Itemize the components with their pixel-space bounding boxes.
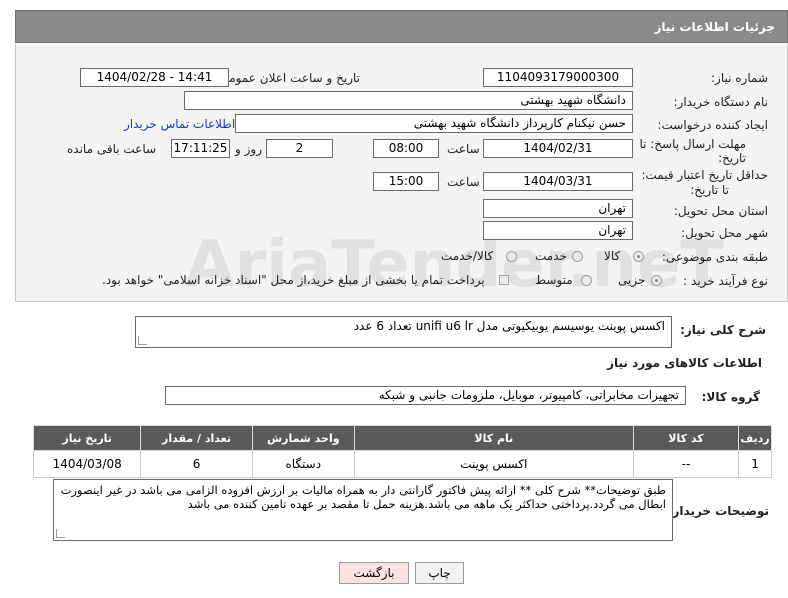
- requester-label: ایجاد کننده درخواست:: [657, 118, 768, 132]
- buyer-notes-textarea[interactable]: طبق توضیحات** شرح کلی ** ارائه پیش فاکتو…: [53, 479, 673, 541]
- buyer-contact-link[interactable]: اطلاعات تماس خریدار: [124, 117, 235, 131]
- goods-table: ردیف کد کالا نام کالا واحد شمارش تعداد /…: [32, 425, 772, 478]
- city-field: تهران: [483, 221, 633, 240]
- need-number-label: شماره نیاز:: [711, 71, 768, 85]
- cell-unit: دستگاه: [251, 450, 355, 478]
- process-minor-radio[interactable]: [651, 275, 662, 286]
- process-minor-label: جزیی: [618, 273, 646, 287]
- buyer-org-field: دانشگاه شهید بهشتی: [184, 91, 633, 110]
- watermark: AriaTender.neT: [185, 228, 724, 302]
- deadline-time-label: ساعت: [447, 142, 480, 156]
- summary-text: اکسس پوینت یوسیسم یوبیکیوتی مدل unifi u6…: [353, 319, 665, 333]
- announce-date-label: تاریخ و ساعت اعلان عمومی:: [215, 71, 360, 85]
- resize-handle-icon[interactable]: [138, 336, 147, 345]
- buyer-notes-text: طبق توضیحات** شرح کلی ** ارائه پیش فاکتو…: [60, 483, 666, 511]
- deadline-date-field: 1404/02/31: [483, 139, 633, 158]
- cell-code: --: [632, 450, 740, 478]
- announce-date-field: 1404/02/28 - 14:41: [80, 68, 229, 87]
- requester-field: حسن نیکنام کارپرداز دانشگاه شهید بهشتی: [235, 114, 633, 133]
- category-both-label: کالا/خدمت: [441, 249, 494, 263]
- deadline-label-date: تاریخ:: [718, 151, 746, 165]
- col-name-header: نام کالا: [353, 425, 634, 451]
- category-both-radio[interactable]: [506, 251, 517, 262]
- process-medium-radio[interactable]: [581, 275, 592, 286]
- validity-time-label: ساعت: [447, 175, 480, 189]
- time-remaining-label: ساعت باقی مانده: [67, 142, 157, 156]
- deadline-label: مهلت ارسال پاسخ: تا: [639, 137, 746, 151]
- back-button[interactable]: بازگشت: [339, 562, 409, 584]
- print-button[interactable]: چاپ: [415, 562, 464, 584]
- buyer-org-label: نام دستگاه خریدار:: [673, 95, 769, 109]
- category-goods-radio[interactable]: [633, 251, 644, 262]
- page-title: جزئیات اطلاعات نیاز: [654, 20, 775, 34]
- cell-row-number: 1: [738, 450, 772, 478]
- need-number-field: 1104093179000300: [483, 68, 633, 87]
- treasury-payment-note: پرداخت تمام یا بخشی از مبلغ خرید،از محل …: [102, 273, 485, 287]
- col-row-header: ردیف: [738, 425, 772, 451]
- table-row: 1 -- اکسس پوینت دستگاه 6 1404/03/08: [32, 450, 772, 478]
- validity-label: حداقل تاریخ اعتبار قیمت:: [641, 168, 768, 182]
- validity-label-date: تا تاریخ:: [690, 183, 729, 197]
- cell-date: 1404/03/08: [32, 450, 142, 478]
- province-label: استان محل تحویل:: [673, 204, 768, 218]
- deadline-time-field: 08:00: [373, 139, 439, 158]
- category-goods-label: کالا: [604, 249, 621, 263]
- cell-qty: 6: [140, 450, 253, 478]
- validity-time-field: 15:00: [373, 172, 439, 191]
- col-unit-header: واحد شمارش: [251, 425, 355, 451]
- goods-info-title: اطلاعات کالاهای مورد نیاز: [607, 356, 762, 370]
- col-qty-header: تعداد / مقدار: [140, 425, 253, 451]
- process-label: نوع فرآیند خرید :: [683, 274, 768, 288]
- table-header-row: ردیف کد کالا نام کالا واحد شمارش تعداد /…: [32, 425, 772, 451]
- col-date-header: تاریخ نیاز: [32, 425, 142, 451]
- goods-group-label: گروه کالا:: [701, 390, 760, 404]
- days-remaining-field: 2: [266, 139, 333, 158]
- category-label: طبقه بندی موضوعی:: [661, 250, 768, 264]
- city-label: شهر محل تحویل:: [681, 226, 768, 240]
- province-field: تهران: [483, 199, 633, 218]
- goods-group-field: تجهیزات مخابراتی، کامپیوتر، موبایل، ملزو…: [165, 386, 686, 405]
- treasury-payment-checkbox[interactable]: [499, 275, 509, 285]
- process-medium-label: متوسط: [535, 273, 573, 287]
- category-service-label: خدمت: [535, 249, 567, 263]
- summary-label: شرح کلی نیاز:: [680, 323, 766, 337]
- days-label: روز و: [235, 142, 262, 156]
- col-code-header: کد کالا: [632, 425, 740, 451]
- page-header: جزئیات اطلاعات نیاز: [15, 10, 788, 43]
- resize-handle-icon[interactable]: [56, 529, 65, 538]
- category-service-radio[interactable]: [572, 251, 583, 262]
- cell-name: اکسس پوینت: [353, 450, 634, 478]
- validity-date-field: 1404/03/31: [483, 172, 633, 191]
- buyer-notes-label: توضیحات خریدار:: [667, 504, 769, 518]
- time-remaining-field: 17:11:25: [171, 139, 230, 158]
- summary-textarea[interactable]: اکسس پوینت یوسیسم یوبیکیوتی مدل unifi u6…: [135, 316, 672, 348]
